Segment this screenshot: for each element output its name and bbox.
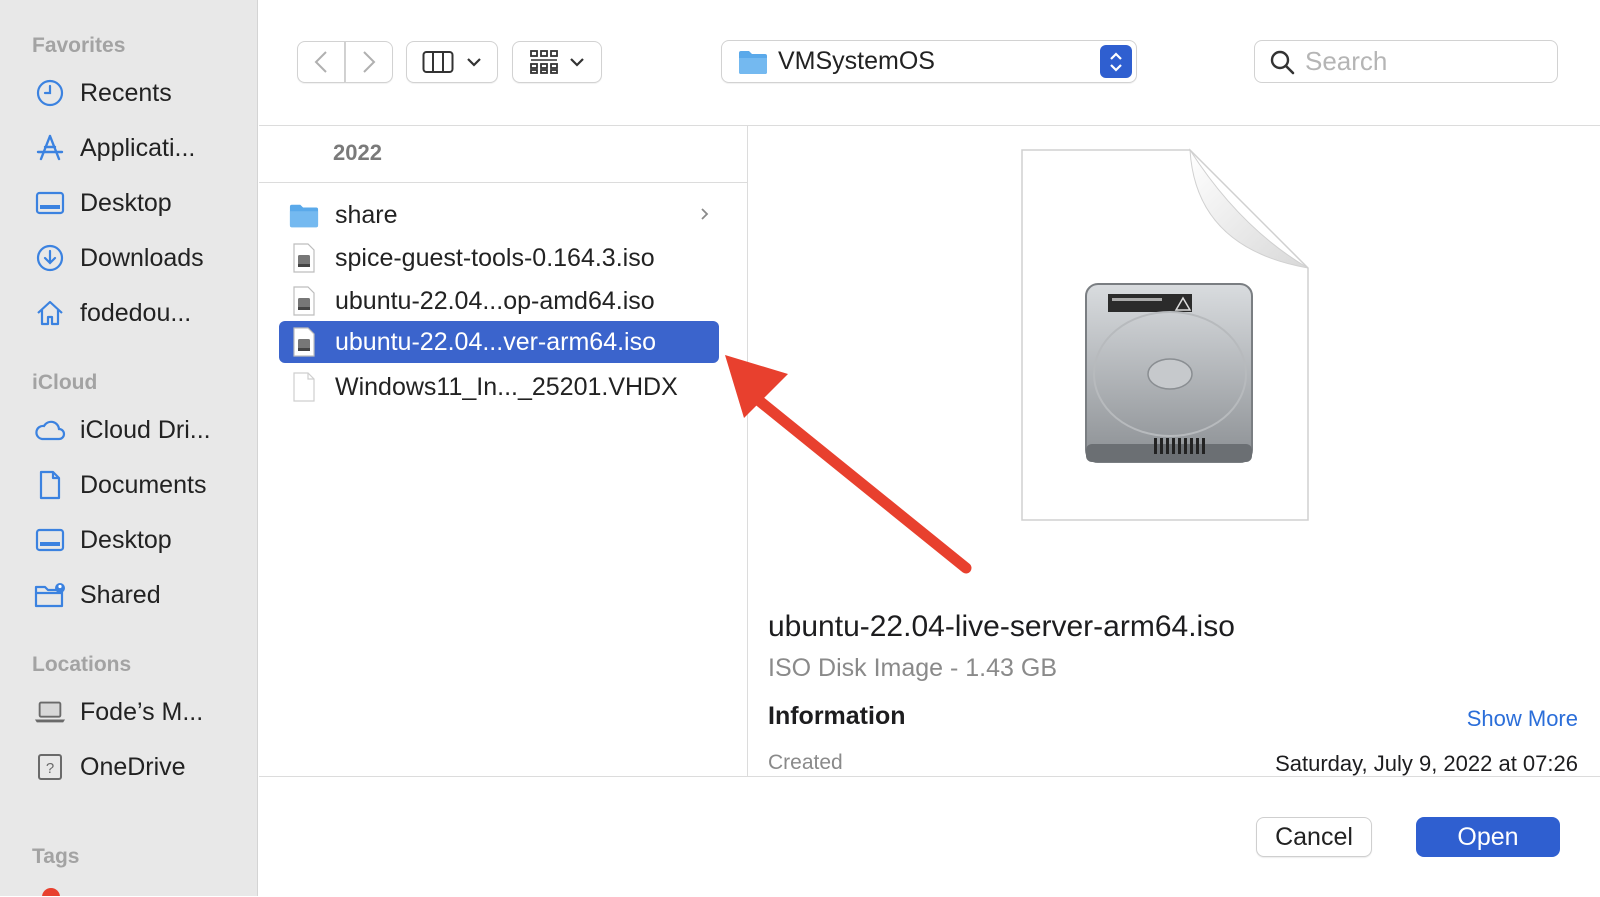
columns-view-icon bbox=[422, 51, 454, 73]
laptop-icon bbox=[34, 696, 66, 728]
sidebar-item-icloud-desktop[interactable]: Desktop bbox=[34, 520, 249, 560]
sidebar-item-applications[interactable]: Applicati... bbox=[34, 128, 249, 168]
view-columns-button[interactable] bbox=[406, 41, 498, 83]
desktop-icon bbox=[34, 187, 66, 219]
folder-icon bbox=[739, 50, 767, 74]
grid-group-icon bbox=[530, 50, 558, 74]
folder-icon bbox=[289, 201, 319, 229]
cloud-icon bbox=[34, 414, 66, 446]
home-icon bbox=[34, 297, 66, 329]
chevron-down-icon bbox=[467, 58, 481, 67]
disk-image-preview-icon bbox=[1021, 148, 1309, 521]
file-row-windows11[interactable]: Windows11_In..._25201.VHDX bbox=[279, 367, 719, 407]
sidebar-item-label: Recents bbox=[80, 78, 172, 107]
path-label: VMSystemOS bbox=[778, 47, 935, 75]
sidebar-item-label: Fode’s M... bbox=[80, 697, 204, 726]
search-input[interactable] bbox=[1303, 45, 1537, 78]
preview-file-kind: ISO Disk Image - 1.43 GB bbox=[768, 654, 1057, 682]
updown-chevron-icon bbox=[1100, 45, 1132, 78]
sidebar-item-label: iCloud Dri... bbox=[80, 415, 211, 444]
applications-icon bbox=[34, 132, 66, 164]
file-row-ubuntu-arm64[interactable]: ubuntu-22.04...ver-arm64.iso bbox=[279, 321, 719, 363]
disk-image-icon bbox=[289, 327, 319, 357]
dialog-footer: Cancel Open bbox=[259, 776, 1600, 897]
sidebar-item-label: Desktop bbox=[80, 188, 172, 217]
sidebar-item-shared[interactable]: Shared bbox=[34, 575, 249, 615]
back-button[interactable] bbox=[297, 41, 345, 83]
shared-folder-icon bbox=[34, 579, 66, 611]
created-value: Saturday, July 9, 2022 at 07:26 bbox=[1275, 751, 1578, 776]
disk-image-icon bbox=[289, 286, 319, 316]
chevron-right-icon bbox=[701, 208, 709, 220]
group-by-button[interactable] bbox=[512, 41, 602, 83]
sidebar-item-label: Documents bbox=[80, 470, 207, 499]
sidebar-item-documents[interactable]: Documents bbox=[34, 465, 249, 505]
question-drive-icon: ? bbox=[34, 751, 66, 783]
sidebar-item-mac[interactable]: Fode’s M... bbox=[34, 692, 249, 732]
search-icon bbox=[1270, 50, 1295, 74]
file-name: share bbox=[335, 200, 398, 229]
sidebar-item-home[interactable]: fodedou... bbox=[34, 293, 249, 333]
cancel-button[interactable]: Cancel bbox=[1256, 817, 1372, 857]
sidebar-item-downloads[interactable]: Downloads bbox=[34, 238, 249, 278]
sidebar-item-icloud-drive[interactable]: iCloud Dri... bbox=[34, 410, 249, 450]
preview-pane: ubuntu-22.04-live-server-arm64.iso ISO D… bbox=[748, 126, 1600, 776]
desktop-icon bbox=[34, 524, 66, 556]
tag-red-dot[interactable] bbox=[42, 888, 60, 896]
sidebar-heading-locations: Locations bbox=[32, 653, 132, 676]
sidebar-heading-tags: Tags bbox=[32, 845, 80, 868]
forward-button[interactable] bbox=[345, 41, 393, 83]
sidebar-item-label: Applicati... bbox=[80, 133, 196, 162]
chevron-down-icon bbox=[570, 58, 584, 67]
file-row-spice[interactable]: spice-guest-tools-0.164.3.iso bbox=[279, 238, 719, 278]
created-label: Created bbox=[768, 751, 843, 774]
sidebar-item-label: Downloads bbox=[80, 243, 204, 272]
file-row-share[interactable]: share bbox=[279, 195, 719, 235]
file-name: Windows11_In..._25201.VHDX bbox=[335, 372, 678, 401]
sidebar-heading-icloud: iCloud bbox=[32, 371, 98, 394]
sidebar-item-recents[interactable]: Recents bbox=[34, 73, 249, 113]
clock-icon bbox=[34, 77, 66, 109]
column-header: 2022 bbox=[259, 126, 747, 183]
sidebar-heading-favorites: Favorites bbox=[32, 34, 126, 57]
document-icon bbox=[34, 469, 66, 501]
sidebar-item-onedrive[interactable]: ? OneDrive bbox=[34, 747, 249, 787]
disk-image-icon bbox=[289, 243, 319, 273]
blank-file-icon bbox=[289, 372, 319, 402]
file-name: spice-guest-tools-0.164.3.iso bbox=[335, 243, 655, 272]
search-field[interactable] bbox=[1254, 40, 1558, 83]
sidebar-item-label: Desktop bbox=[80, 525, 172, 554]
file-name: ubuntu-22.04...op-amd64.iso bbox=[335, 286, 655, 315]
downloads-icon bbox=[34, 242, 66, 274]
show-more-link[interactable]: Show More bbox=[1467, 706, 1578, 732]
column-header-label: 2022 bbox=[333, 140, 382, 165]
open-button[interactable]: Open bbox=[1416, 817, 1560, 857]
chevron-right-icon bbox=[363, 51, 376, 73]
toolbar: VMSystemOS bbox=[259, 0, 1600, 126]
information-heading: Information bbox=[768, 702, 906, 730]
sidebar-item-label: fodedou... bbox=[80, 298, 192, 327]
sidebar: Favorites Recents Applicati... Desktop D… bbox=[0, 0, 258, 896]
path-popup[interactable]: VMSystemOS bbox=[721, 40, 1137, 83]
file-name: ubuntu-22.04...ver-arm64.iso bbox=[335, 327, 657, 356]
sidebar-item-label: Shared bbox=[80, 580, 161, 609]
svg-text:?: ? bbox=[46, 760, 54, 777]
sidebar-item-desktop[interactable]: Desktop bbox=[34, 183, 249, 223]
chevron-left-icon bbox=[314, 51, 327, 73]
preview-file-name: ubuntu-22.04-live-server-arm64.iso bbox=[768, 610, 1235, 643]
file-row-ubuntu-amd64[interactable]: ubuntu-22.04...op-amd64.iso bbox=[279, 281, 719, 321]
sidebar-item-label: OneDrive bbox=[80, 752, 186, 781]
file-column: 2022 share spice-guest-tools-0.164.3.iso… bbox=[259, 126, 748, 776]
